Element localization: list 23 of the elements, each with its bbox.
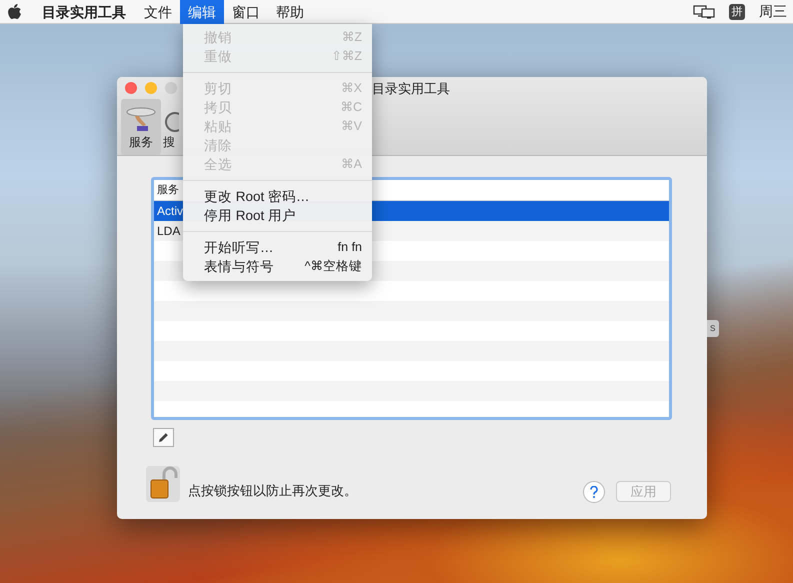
lock-hint: 点按锁按钮以防止再次更改。	[188, 482, 357, 500]
edit-button[interactable]	[153, 428, 174, 447]
menu-bar-clock[interactable]: 周三	[759, 2, 787, 20]
menu-title[interactable]: 编辑	[180, 0, 224, 24]
menu-title[interactable]: 帮助	[268, 0, 312, 24]
question-mark-icon	[590, 486, 598, 498]
apple-icon[interactable]	[8, 4, 22, 20]
menu-title[interactable]: 文件	[136, 0, 180, 24]
input-method-indicator[interactable]: 拼	[729, 4, 745, 20]
help-button[interactable]	[583, 481, 605, 503]
background-label: s	[707, 320, 718, 337]
open-padlock-icon	[148, 466, 178, 500]
pencil-icon	[158, 432, 169, 443]
close-button[interactable]	[125, 82, 137, 94]
lock-button[interactable]	[146, 466, 180, 502]
menu-title[interactable]: 窗口	[224, 0, 268, 24]
displays-icon[interactable]	[693, 4, 715, 18]
app-menu[interactable]: 目录实用工具	[22, 0, 136, 24]
serving-tray-icon	[126, 106, 156, 134]
menu-item[interactable]: 表情与符号 ^⌘空格键	[183, 257, 372, 276]
menu-item[interactable]: 开始听写… fn fn	[183, 238, 372, 257]
toolbar-tab[interactable]: 服务	[121, 99, 161, 155]
window-title: 目录实用工具	[372, 80, 450, 98]
